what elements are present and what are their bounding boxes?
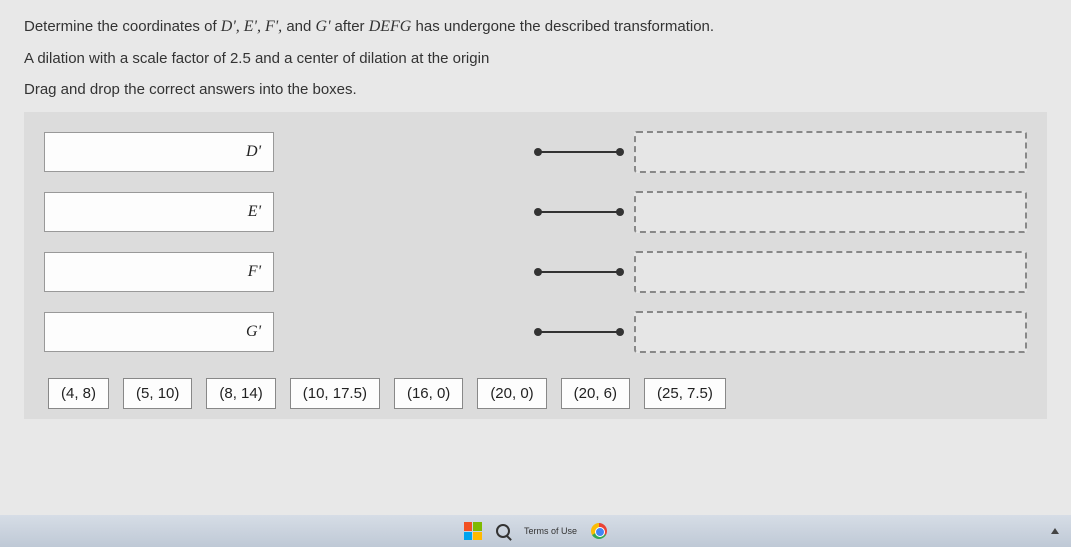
answer-row-e: E' — [44, 190, 1027, 234]
choice-item[interactable]: (10, 17.5) — [290, 378, 380, 409]
choice-item[interactable]: (16, 0) — [394, 378, 463, 409]
chrome-icon[interactable] — [591, 523, 607, 539]
spacer — [274, 192, 524, 232]
label-d-prime: D' — [44, 132, 274, 172]
spacer — [274, 132, 524, 172]
instruction-line-2: A dilation with a scale factor of 2.5 an… — [24, 50, 1047, 67]
terms-link[interactable]: Terms of Use — [524, 527, 577, 536]
search-icon[interactable] — [496, 524, 510, 538]
system-tray — [1051, 528, 1059, 534]
choice-item[interactable]: (25, 7.5) — [644, 378, 726, 409]
label-f-prime: F' — [44, 252, 274, 292]
text: Determine the coordinates of — [24, 18, 221, 35]
spacer — [274, 312, 524, 352]
answer-choices: (4, 8) (5, 10) (8, 14) (10, 17.5) (16, 0… — [44, 378, 1027, 409]
spacer — [274, 252, 524, 292]
drop-zone-d[interactable] — [634, 131, 1027, 173]
text: has undergone the described transformati… — [416, 18, 715, 35]
vars-defg-prime: D', E', F', — [221, 18, 282, 35]
choice-item[interactable]: (20, 0) — [477, 378, 546, 409]
answer-row-f: F' — [44, 250, 1027, 294]
label-e-prime: E' — [44, 192, 274, 232]
choice-item[interactable]: (4, 8) — [48, 378, 109, 409]
shape-defg: DEFG — [369, 18, 412, 35]
choice-item[interactable]: (5, 10) — [123, 378, 192, 409]
text: after — [335, 18, 369, 35]
choice-item[interactable]: (20, 6) — [561, 378, 630, 409]
connector — [534, 329, 624, 335]
choice-item[interactable]: (8, 14) — [206, 378, 275, 409]
connector — [534, 209, 624, 215]
label-g-prime: G' — [44, 312, 274, 352]
drop-zone-g[interactable] — [634, 311, 1027, 353]
text: and — [286, 18, 315, 35]
answer-row-d: D' — [44, 130, 1027, 174]
question-content: Determine the coordinates of D', E', F',… — [0, 0, 1071, 419]
connector — [534, 269, 624, 275]
instruction-line-1: Determine the coordinates of D', E', F',… — [24, 18, 1047, 36]
var-g-prime: G' — [316, 18, 335, 35]
answer-row-g: G' — [44, 310, 1027, 354]
windows-start-icon[interactable] — [464, 522, 482, 540]
drop-zone-e[interactable] — [634, 191, 1027, 233]
tray-overflow-icon[interactable] — [1051, 528, 1059, 534]
drop-zone-f[interactable] — [634, 251, 1027, 293]
connector — [534, 149, 624, 155]
taskbar: Terms of Use — [0, 515, 1071, 547]
work-area: D' E' F' G' (4, 8) (5, 10) (8, 14) — [24, 112, 1047, 419]
instruction-line-3: Drag and drop the correct answers into t… — [24, 81, 1047, 98]
